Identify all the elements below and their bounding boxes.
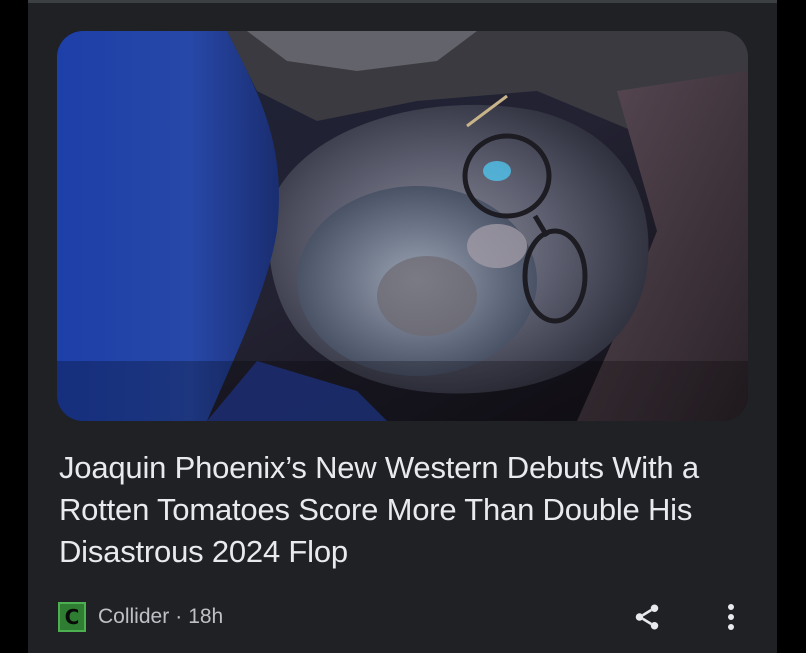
source-name[interactable]: Collider <box>98 605 169 629</box>
thumbnail-image <box>57 31 748 421</box>
publish-age: 18h <box>188 605 224 628</box>
collider-logo-icon: C <box>58 602 86 632</box>
more-vert-icon <box>728 604 734 630</box>
news-card[interactable]: Joaquin Phoenix’s New Western Debuts Wit… <box>28 0 777 653</box>
source-and-time: Collider · 18h <box>98 605 223 629</box>
article-meta: C Collider · 18h <box>58 601 223 633</box>
more-options-button[interactable] <box>716 599 746 635</box>
article-headline[interactable]: Joaquin Phoenix’s New Western Debuts Wit… <box>59 447 749 573</box>
article-thumbnail[interactable] <box>57 31 748 421</box>
meta-separator: · <box>175 605 183 628</box>
share-icon <box>635 604 659 630</box>
share-button[interactable] <box>629 599 665 635</box>
